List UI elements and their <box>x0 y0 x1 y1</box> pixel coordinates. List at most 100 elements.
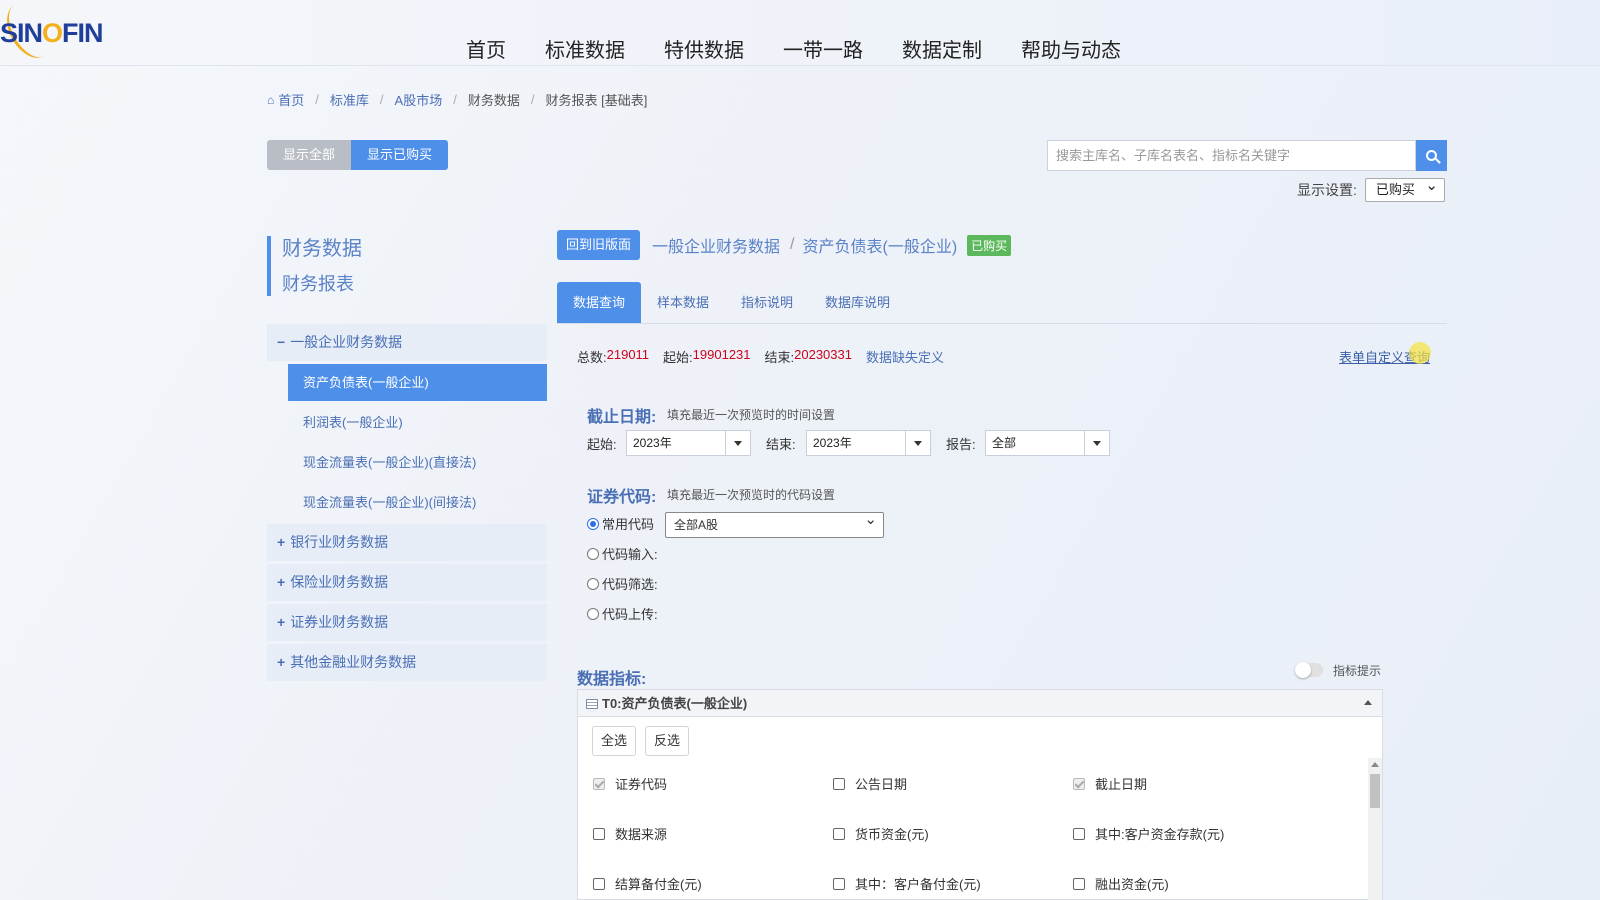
radio-button[interactable] <box>587 577 599 590</box>
sidebar-item-cashflow-indirect[interactable]: 现金流量表(一般企业)(间接法) <box>288 484 547 521</box>
tab-indicator-desc[interactable]: 指标说明 <box>725 282 809 323</box>
old-version-button[interactable]: 回到旧版面 <box>557 230 641 260</box>
missing-data-link[interactable]: 数据缺失定义 <box>866 347 944 366</box>
sinofin-logo[interactable]: SINOFIN <box>0 18 104 49</box>
sidebar-group-label: 保险业财务数据 <box>290 574 389 590</box>
header-category[interactable]: 一般企业财务数据 <box>652 233 780 257</box>
sidebar-group-bank[interactable]: + 银行业财务数据 <box>267 524 547 561</box>
breadcrumb-standard[interactable]: 标准库 <box>330 90 369 109</box>
search-button[interactable] <box>1416 140 1447 171</box>
indicator-checkbox[interactable]: 货币资金(元) <box>833 824 1073 843</box>
sidebar-item-cashflow-direct[interactable]: 现金流量表(一般企业)(直接法) <box>288 444 547 481</box>
display-settings: 显示设置: 已购买 <box>1297 175 1445 202</box>
checkbox <box>593 777 605 790</box>
breadcrumb-separator: / <box>379 92 384 107</box>
search-input[interactable]: 搜索主库名、子库名表名、指标名关键字 <box>1047 140 1416 171</box>
total-label: 总数: <box>577 350 607 365</box>
display-settings-select[interactable]: 已购买 <box>1364 175 1445 202</box>
checkbox[interactable] <box>593 827 605 840</box>
checkbox[interactable] <box>593 877 605 890</box>
indicator-label: 证券代码 <box>615 777 668 792</box>
breadcrumb-home[interactable]: 首页 <box>278 90 304 109</box>
expand-icon: + <box>277 614 286 630</box>
show-bought-button[interactable]: 显示已购买 <box>351 140 449 170</box>
top-navbar: SINOFIN 首页 标准数据 特供数据 一带一路 数据定制 帮助与动态 <box>0 0 1600 66</box>
collapse-caret-icon[interactable] <box>1364 700 1372 705</box>
checkbox[interactable] <box>1073 827 1085 840</box>
panel-scrollbar[interactable] <box>1368 758 1382 900</box>
indicator-checkbox[interactable]: 其中：客户备付金(元) <box>833 874 1073 893</box>
date-section-hint: 填充最近一次预览时的时间设置 <box>667 408 836 422</box>
radio-button[interactable] <box>587 547 599 560</box>
nav-special-data[interactable]: 特供数据 <box>664 34 744 63</box>
sidebar-group-label: 证券业财务数据 <box>290 614 389 630</box>
show-all-button[interactable]: 显示全部 <box>267 140 352 170</box>
indicator-panel: T0:资产负债表(一般企业) 全选 反选 证券代码 公告日期 截止日期 数据来源… <box>577 689 1383 900</box>
mouse-cursor-highlight <box>1409 342 1431 364</box>
end-year-select[interactable]: 2023年 <box>806 430 931 456</box>
invert-selection-button[interactable]: 反选 <box>645 726 690 756</box>
sidebar-group-securities[interactable]: + 证券业财务数据 <box>267 604 547 641</box>
tab-data-query[interactable]: 数据查询 <box>557 282 642 323</box>
header-table-name: 资产负债表(一般企业) <box>802 239 958 256</box>
nav-belt-road[interactable]: 一带一路 <box>783 34 863 63</box>
sidebar-item-income[interactable]: 利润表(一般企业) <box>288 404 547 441</box>
indicator-panel-header[interactable]: T0:资产负债表(一般企业) <box>578 690 1382 717</box>
home-icon[interactable]: ⌂ <box>267 93 274 107</box>
checkbox[interactable] <box>1073 877 1085 890</box>
common-code-select[interactable]: 全部A股 <box>665 508 884 538</box>
radio-code-upload[interactable]: 代码上传: <box>587 604 658 623</box>
checkbox[interactable] <box>833 777 845 790</box>
nav-home[interactable]: 首页 <box>466 34 506 63</box>
report-select[interactable]: 全部 <box>985 430 1110 456</box>
scroll-up-icon[interactable] <box>1371 762 1379 767</box>
indicator-checkbox[interactable]: 数据来源 <box>593 824 833 843</box>
table-name: T0:资产负债表(一般企业) <box>602 696 748 711</box>
sidebar-group-general[interactable]: − 一般企业财务数据 <box>267 324 547 361</box>
sidebar-group-label: 其他金融业财务数据 <box>290 654 417 670</box>
radio-button[interactable] <box>587 607 599 620</box>
nav-help[interactable]: 帮助与动态 <box>1021 34 1121 63</box>
indicator-checkbox[interactable]: 融出资金(元) <box>1073 874 1313 893</box>
scroll-thumb[interactable] <box>1370 774 1380 808</box>
indicator-checkbox[interactable]: 结算备付金(元) <box>593 874 833 893</box>
display-toggle: 显示全部 显示已购买 <box>267 140 449 170</box>
sidebar-group-other-finance[interactable]: + 其他金融业财务数据 <box>267 644 547 681</box>
radio-code-input[interactable]: 代码输入: <box>587 544 658 563</box>
breadcrumb-a-share[interactable]: A股市场 <box>395 90 443 109</box>
radio-button[interactable] <box>587 517 599 530</box>
radio-common-code[interactable]: 常用代码 <box>587 514 654 533</box>
start-year-select[interactable]: 2023年 <box>626 430 751 456</box>
end-year-value: 2023年 <box>813 436 852 450</box>
end-date: 20230331 <box>794 347 852 362</box>
checkbox <box>1073 777 1085 790</box>
nav-standard-data[interactable]: 标准数据 <box>545 34 625 63</box>
indicator-label: 截止日期 <box>1095 777 1148 792</box>
tab-sample-data[interactable]: 样本数据 <box>641 282 725 323</box>
indicator-checkbox[interactable]: 公告日期 <box>833 774 1073 793</box>
sidebar-group-label: 一般企业财务数据 <box>290 334 403 350</box>
tab-database-desc[interactable]: 数据库说明 <box>809 282 906 323</box>
indicator-checkbox[interactable]: 其中:客户资金存款(元) <box>1073 824 1313 843</box>
checkbox[interactable] <box>833 827 845 840</box>
sidebar-group-insurance[interactable]: + 保险业财务数据 <box>267 564 547 601</box>
end-label: 结束: <box>764 350 795 365</box>
dropdown-arrow-icon <box>725 431 750 455</box>
indicator-hint-toggle[interactable] <box>1295 662 1323 678</box>
indicator-label: 数据来源 <box>615 827 668 842</box>
checkbox[interactable] <box>833 877 845 890</box>
sidebar-title-main: 财务数据 <box>282 238 362 260</box>
radio-code-filter[interactable]: 代码筛选: <box>587 574 658 593</box>
radio-label: 代码上传: <box>602 607 658 622</box>
indicator-checkbox[interactable]: 证券代码 <box>593 774 833 793</box>
sidebar-item-balance-sheet[interactable]: 资产负债表(一般企业) <box>288 364 547 401</box>
stats-row: 总数: 219011 起始: 19901231 结束: 20230331 数据缺失定义 <box>577 347 944 366</box>
indicator-checkbox[interactable]: 截止日期 <box>1073 774 1313 793</box>
select-all-button[interactable]: 全选 <box>592 726 637 756</box>
search-bar: 搜索主库名、子库名表名、指标名关键字 <box>1047 140 1447 171</box>
nav-custom-data[interactable]: 数据定制 <box>902 34 982 63</box>
indicator-label: 公告日期 <box>855 777 908 792</box>
code-section-hint: 填充最近一次预览时的代码设置 <box>667 488 836 502</box>
expand-icon: + <box>277 574 286 590</box>
date-section-title: 截止日期: <box>587 409 657 426</box>
